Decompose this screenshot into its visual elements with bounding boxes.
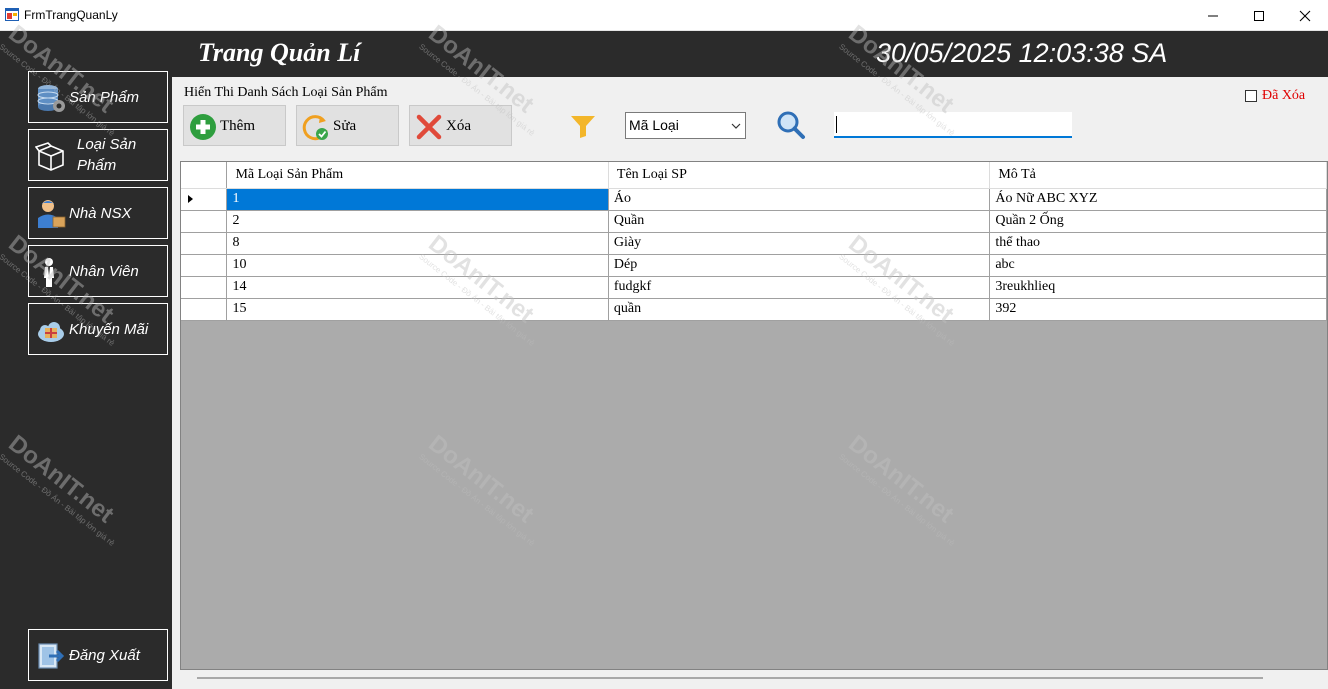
row-header[interactable]: [181, 276, 228, 299]
cell-id[interactable]: 8: [226, 232, 609, 255]
delete-x-icon: [416, 114, 442, 140]
row-header[interactable]: [181, 232, 228, 255]
cell-description[interactable]: Áo Nữ ABC XYZ: [989, 188, 1327, 211]
cell-description[interactable]: 392: [989, 298, 1327, 321]
logout-label: Đăng Xuất: [69, 646, 140, 664]
sidebar: Sản Phẩm Loại Sản Phẩm Nhà NSX Nhân Viên…: [0, 31, 172, 689]
column-header-description[interactable]: Mô Tả: [989, 162, 1327, 189]
add-label: Thêm: [220, 118, 255, 134]
minimize-icon: [1208, 15, 1218, 16]
table-row[interactable]: 1 Áo Áo Nữ ABC XYZ: [181, 188, 1327, 211]
minimize-button[interactable]: [1190, 0, 1236, 31]
filter-combo[interactable]: Mã Loại: [625, 112, 746, 139]
table-row[interactable]: 14 fudgkf 3reukhlieq: [181, 276, 1327, 299]
refresh-check-icon: [302, 115, 328, 141]
maximize-button[interactable]: [1236, 0, 1282, 31]
chevron-down-icon: [731, 123, 741, 129]
column-header-id[interactable]: Mã Loại Sản Phẩm: [226, 162, 609, 189]
logout-button[interactable]: Đăng Xuất: [28, 629, 168, 681]
filter-icon: [571, 116, 595, 138]
cell-id[interactable]: 14: [226, 276, 609, 299]
sidebar-item-label: Sản Phẩm: [69, 88, 140, 106]
maximize-icon: [1254, 10, 1264, 21]
close-button[interactable]: [1282, 0, 1328, 31]
row-header[interactable]: [181, 188, 228, 211]
current-row-arrow-icon: [188, 195, 193, 203]
delivery-man-icon: [38, 200, 66, 228]
cell-id[interactable]: 15: [226, 298, 609, 321]
plus-circle-icon: [190, 114, 216, 140]
list-caption: Hiển Thi Danh Sách Loại Sản Phẩm: [184, 85, 388, 100]
grid-header-row: Mã Loại Sản Phẩm Tên Loại SP Mô Tả: [181, 162, 1327, 189]
close-icon: [1299, 10, 1311, 21]
row-header-corner: [181, 162, 228, 189]
sidebar-item-employees[interactable]: Nhân Viên: [28, 245, 168, 297]
cell-name[interactable]: Áo: [608, 188, 991, 211]
cell-id[interactable]: 10: [226, 254, 609, 277]
app-form-icon: [5, 8, 19, 21]
box-icon: [35, 142, 64, 171]
edit-button[interactable]: Sửa: [296, 105, 399, 146]
sidebar-item-label: Nhân Viên: [69, 262, 139, 280]
clock-label: 30/05/2025 12:03:38 SA: [876, 38, 1168, 68]
table-row[interactable]: 8 Giày thể thao: [181, 232, 1327, 255]
main-panel: Hiển Thi Danh Sách Loại Sản Phẩm Thêm Sử…: [172, 77, 1328, 689]
cell-description[interactable]: thể thao: [989, 232, 1327, 255]
table-row[interactable]: 10 Dép abc: [181, 254, 1327, 277]
sidebar-item-label: Nhà NSX: [69, 204, 132, 222]
data-grid[interactable]: Mã Loại Sản Phẩm Tên Loại SP Mô Tả 1 Áo …: [180, 161, 1328, 670]
column-header-name[interactable]: Tên Loại SP: [608, 162, 991, 189]
employee-icon: [44, 258, 54, 287]
database-gear-icon: [37, 85, 65, 112]
checkbox-box[interactable]: [1245, 90, 1257, 102]
cell-name[interactable]: fudgkf: [608, 276, 991, 299]
sidebar-item-label: Khuyến Mãi: [69, 320, 149, 338]
window-title: FrmTrangQuanLy: [24, 8, 118, 22]
cell-id[interactable]: 1: [226, 188, 609, 211]
edit-label: Sửa: [333, 118, 357, 134]
cell-name[interactable]: Dép: [608, 254, 991, 277]
gift-cloud-icon: [38, 322, 64, 342]
cell-description[interactable]: Quần 2 Ống: [989, 210, 1327, 233]
text-cursor: [836, 116, 837, 133]
row-header[interactable]: [181, 210, 228, 233]
logout-icon: [38, 643, 65, 669]
cell-description[interactable]: 3reukhlieq: [989, 276, 1327, 299]
delete-label: Xóa: [446, 118, 471, 134]
add-button[interactable]: Thêm: [183, 105, 286, 146]
row-header[interactable]: [181, 298, 228, 321]
cell-name[interactable]: Giày: [608, 232, 991, 255]
sidebar-item-manufacturers[interactable]: Nhà NSX: [28, 187, 168, 239]
cell-name[interactable]: quần: [608, 298, 991, 321]
search-input[interactable]: [834, 112, 1072, 138]
app-window: FrmTrangQuanLy Trang Quản Lí 30/05/2025 …: [0, 0, 1328, 689]
sidebar-item-products[interactable]: Sản Phẩm: [28, 71, 168, 123]
delete-button[interactable]: Xóa: [409, 105, 512, 146]
grid-table: Mã Loại Sản Phẩm Tên Loại SP Mô Tả 1 Áo …: [181, 162, 1327, 321]
page-title: Trang Quản Lí: [198, 38, 361, 67]
table-row[interactable]: 2 Quần Quần 2 Ống: [181, 210, 1327, 233]
sidebar-item-product-types[interactable]: Loại Sản Phẩm: [28, 129, 168, 181]
horizontal-scrollbar[interactable]: [197, 677, 1263, 679]
cell-description[interactable]: abc: [989, 254, 1327, 277]
deleted-checkbox[interactable]: Đã Xóa: [1245, 88, 1305, 104]
title-bar: FrmTrangQuanLy: [0, 0, 1328, 31]
sidebar-item-label: Loại Sản Phẩm: [77, 136, 137, 174]
deleted-checkbox-label: Đã Xóa: [1262, 88, 1306, 103]
table-row[interactable]: 15 quần 392: [181, 298, 1327, 321]
sidebar-item-promotions[interactable]: Khuyến Mãi: [28, 303, 168, 355]
cell-id[interactable]: 2: [226, 210, 609, 233]
row-header[interactable]: [181, 254, 228, 277]
cell-name[interactable]: Quần: [608, 210, 991, 233]
filter-combo-value: Mã Loại: [629, 117, 679, 133]
search-icon[interactable]: [776, 110, 806, 140]
